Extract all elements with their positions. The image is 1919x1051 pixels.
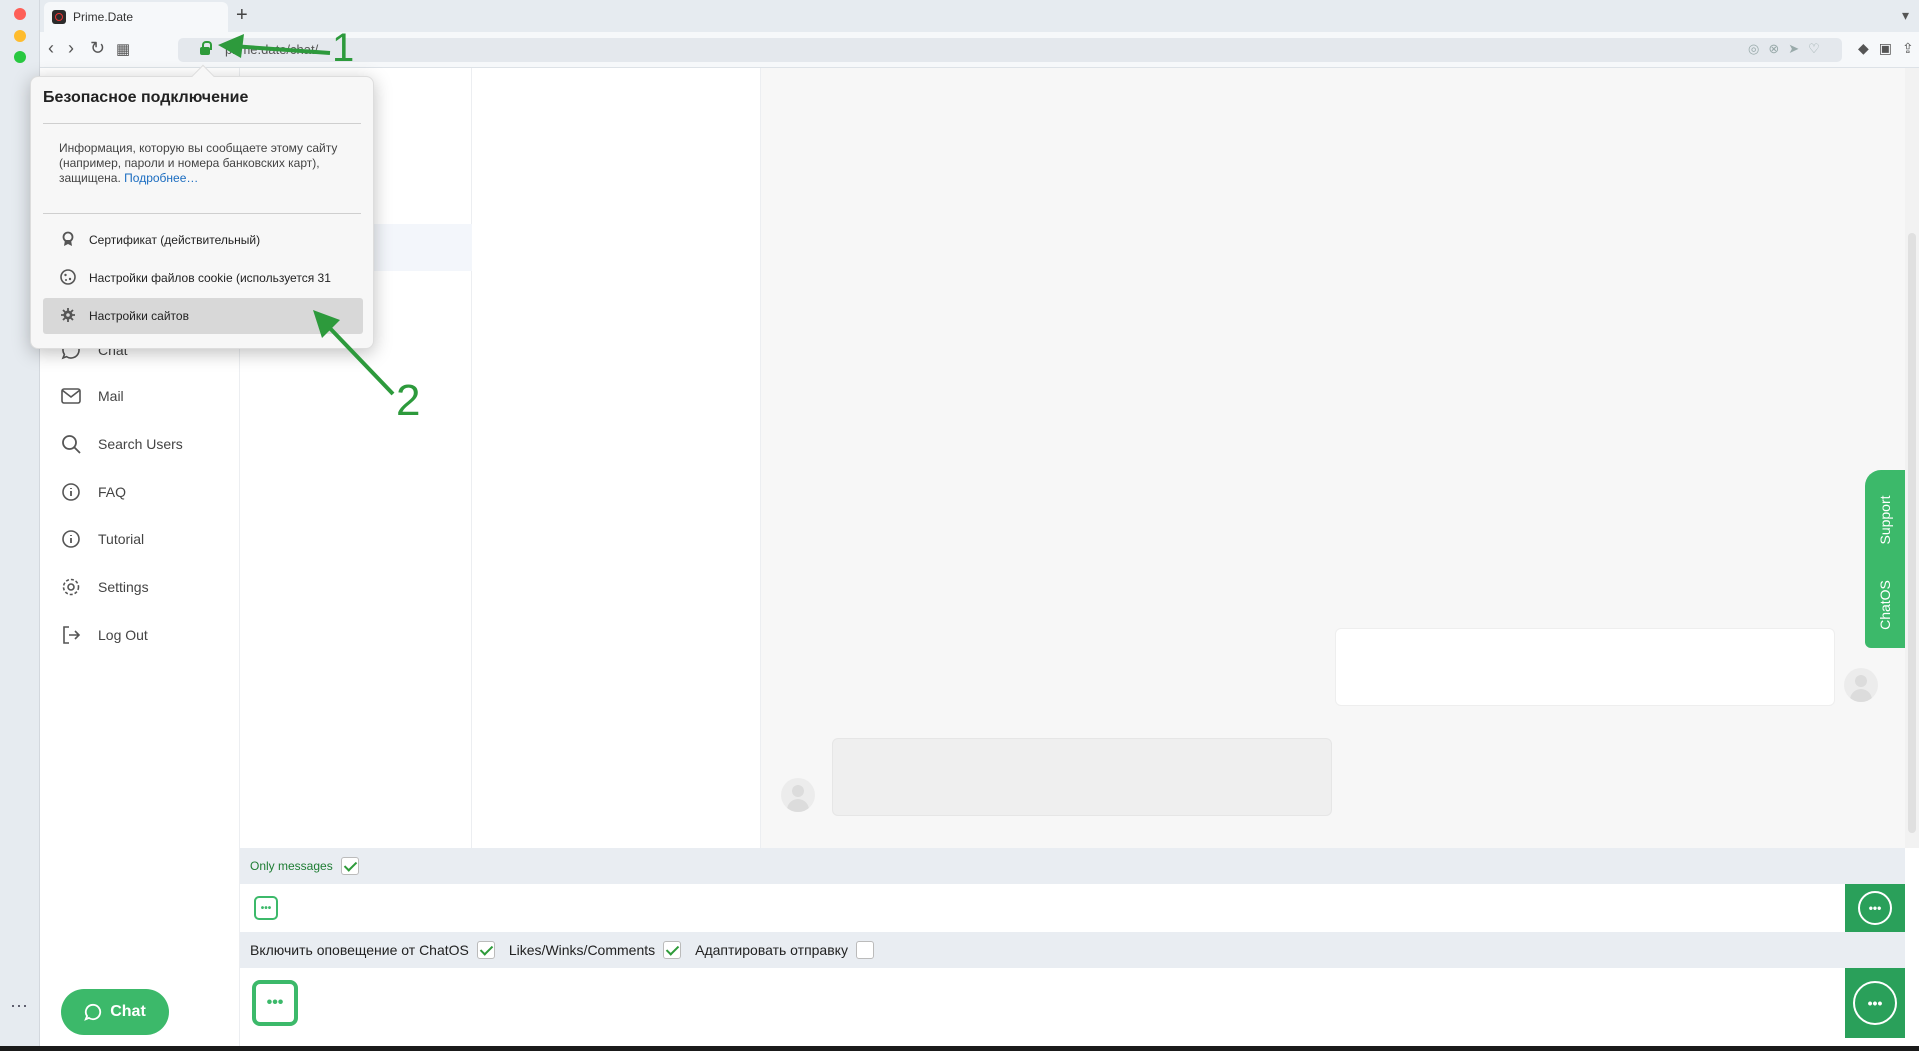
message-bubble-incoming — [832, 738, 1332, 816]
profile-list — [472, 68, 761, 848]
avatar — [781, 778, 815, 812]
divider — [43, 213, 361, 214]
browser-window: ⋯ Prime.Date + ▾ ‹ › ↻ ▦ prime.date/chat… — [0, 0, 1919, 1046]
learn-more-link[interactable]: Подробнее… — [124, 171, 198, 185]
chat-bubble-icon: ••• — [1858, 891, 1892, 925]
adapt-label: Адаптировать отправку — [695, 942, 848, 958]
sidebar-item-tutorial[interactable]: Tutorial — [60, 523, 144, 555]
chat-bubble-icon: ••• — [1853, 981, 1897, 1025]
reload-button[interactable]: ↻ — [90, 38, 105, 59]
lock-icon[interactable] — [200, 41, 212, 55]
browser-tab[interactable]: Prime.Date — [44, 2, 228, 32]
likes-label: Likes/Winks/Comments — [508, 942, 656, 958]
address-bar-icons[interactable]: ◎⊗➤♡ — [1748, 41, 1829, 57]
emoji-icon[interactable]: ••• — [254, 896, 278, 920]
notify-label: Включить оповещение от ChatOS — [250, 942, 469, 958]
emoji-icon[interactable]: ••• — [252, 980, 298, 1026]
only-messages-bar: Only messages — [240, 848, 1905, 884]
annotation-label-1: 1 — [332, 26, 355, 70]
chat-button-label: Chat — [110, 1003, 146, 1020]
sidebar-item-mail[interactable]: Mail — [60, 380, 124, 412]
divider — [43, 123, 361, 124]
message-input-1[interactable]: ••• — [240, 884, 1905, 932]
certificate-item[interactable]: Сертификат (действительный) — [43, 222, 363, 258]
site-info-popup: Безопасное подключение Информация, котор… — [30, 64, 374, 349]
sidebar-item-faq[interactable]: FAQ — [60, 476, 126, 508]
notify-checkbox[interactable] — [476, 941, 495, 959]
sidebar-item-search-users[interactable]: Search Users — [60, 428, 183, 460]
minimize-window-button[interactable] — [14, 30, 26, 42]
chat-area — [761, 68, 1905, 848]
navigation-bar: ‹ › ↻ ▦ prime.date/chat/ ◎⊗➤♡ ◆▣⇪≡ — [40, 32, 1919, 68]
likes-checkbox[interactable] — [663, 941, 682, 959]
site-settings-item[interactable]: Настройки сайтов — [43, 298, 363, 334]
chatos-options-bar: Включить оповещение от ChatOS Likes/Wink… — [240, 932, 1905, 968]
send-button-2[interactable]: ••• — [1845, 968, 1905, 1038]
certificate-label: Сертификат (действительный) — [89, 233, 261, 247]
only-messages-label: Only messages — [250, 859, 333, 873]
favicon-icon — [52, 10, 66, 24]
message-input-2[interactable]: ••• — [240, 968, 1905, 1046]
chat-icon — [84, 1003, 102, 1021]
forward-button[interactable]: › — [68, 38, 74, 59]
adapt-checkbox[interactable] — [855, 941, 874, 959]
sidebar-item-label: FAQ — [98, 484, 127, 500]
only-messages-checkbox[interactable] — [340, 857, 359, 875]
certificate-icon — [59, 231, 77, 250]
logout-icon — [60, 624, 82, 646]
sidebar-item-label: Settings — [98, 579, 149, 595]
chatos-label: ChatOS — [1877, 580, 1893, 630]
address-bar[interactable] — [178, 38, 1842, 62]
mail-icon — [60, 385, 82, 407]
speed-dial-icon[interactable]: ▦ — [116, 40, 130, 58]
extension-icons[interactable]: ◆▣⇪≡ — [1858, 40, 1919, 57]
send-button-1[interactable]: ••• — [1845, 884, 1905, 932]
popup-title: Безопасное подключение — [43, 89, 249, 106]
cookie-icon — [59, 268, 77, 288]
url-text[interactable]: prime.date/chat/ — [225, 42, 318, 57]
avatar — [1844, 668, 1878, 702]
support-tab[interactable]: Support ChatOS — [1865, 470, 1905, 648]
sidebar-item-logout[interactable]: Log Out — [60, 619, 148, 651]
info-icon — [60, 481, 82, 503]
popup-info: Информация, которую вы сообщаете этому с… — [59, 141, 359, 186]
gear-icon — [60, 576, 82, 598]
chat-button[interactable]: Chat — [61, 989, 169, 1035]
more-icon[interactable]: ⋯ — [10, 996, 29, 1017]
support-label: Support — [1877, 495, 1893, 545]
cookie-settings-label: Настройки файлов cookie (используется 31 — [89, 271, 331, 285]
zoom-window-button[interactable] — [14, 51, 26, 63]
search-icon — [60, 433, 82, 455]
sidebar-item-label: Tutorial — [98, 531, 145, 547]
tab-menu-icon[interactable]: ▾ — [1902, 7, 1909, 24]
annotation-label-2: 2 — [396, 376, 421, 425]
cookie-settings-item[interactable]: Настройки файлов cookie (используется 31 — [43, 260, 363, 296]
sidebar-item-label: Mail — [98, 388, 124, 404]
sidebar-item-label: Log Out — [98, 627, 148, 643]
message-bubble-outgoing — [1335, 628, 1835, 706]
chat-scrollbar[interactable] — [1905, 68, 1919, 848]
close-window-button[interactable] — [14, 8, 26, 20]
sidebar-item-settings[interactable]: Settings — [60, 571, 149, 603]
gear-icon — [59, 307, 77, 325]
back-button[interactable]: ‹ — [48, 38, 54, 59]
tab-title: Prime.Date — [73, 10, 134, 24]
new-tab-button[interactable]: + — [236, 4, 248, 27]
info-icon — [60, 528, 82, 550]
sidebar-item-label: Search Users — [98, 436, 183, 452]
tab-bar: Prime.Date + ▾ — [40, 0, 1919, 32]
site-settings-label: Настройки сайтов — [89, 309, 189, 323]
